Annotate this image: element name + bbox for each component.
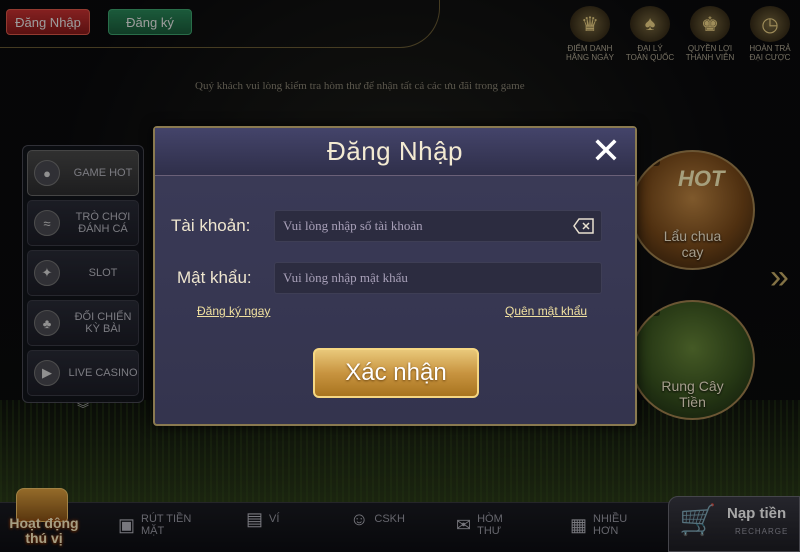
password-input[interactable] [275,263,601,293]
username-label: Tài khoản: [171,216,251,235]
password-label: Mật khẩu: [177,268,252,287]
clear-input-icon[interactable] [573,218,595,234]
username-input[interactable] [275,211,601,241]
dialog-title: Đăng Nhập [326,136,464,166]
register-now-link[interactable]: Đăng ký ngay [197,304,270,318]
confirm-button[interactable]: Xác nhận [313,348,479,398]
login-dialog: Đăng Nhập ✕ Tài khoản: Mật khẩu: Đăng ký… [153,126,637,426]
username-field [274,210,602,242]
dialog-header: Đăng Nhập ✕ [155,128,635,176]
forgot-password-link[interactable]: Quên mật khẩu [505,304,587,318]
password-field [274,262,602,294]
close-icon[interactable]: ✕ [589,133,623,169]
